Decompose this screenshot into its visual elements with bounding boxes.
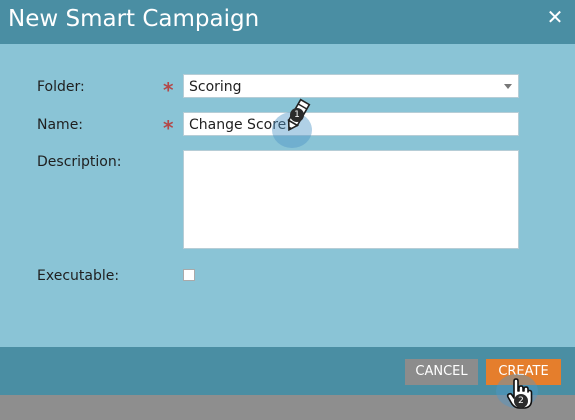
description-field[interactable]	[183, 150, 519, 249]
dialog-titlebar: New Smart Campaign ✕	[0, 0, 575, 44]
folder-select[interactable]: Scoring	[183, 74, 519, 98]
cancel-button[interactable]: CANCEL	[405, 359, 478, 385]
description-label: Description:	[37, 154, 122, 170]
name-required-marker: *	[163, 116, 174, 140]
folder-required-marker: *	[163, 78, 174, 102]
folder-select-value: Scoring	[189, 79, 242, 95]
executable-label: Executable:	[37, 268, 120, 284]
new-smart-campaign-dialog: New Smart Campaign ✕ Folder: * Scoring N…	[0, 0, 575, 395]
step-1-badge: 1	[290, 108, 304, 122]
dialog-title: New Smart Campaign	[8, 6, 260, 32]
close-icon[interactable]: ✕	[546, 6, 564, 28]
chevron-down-icon	[504, 84, 512, 89]
executable-checkbox[interactable]	[183, 269, 195, 281]
name-label: Name:	[37, 117, 84, 133]
folder-label: Folder:	[37, 79, 85, 95]
step-2-badge: 2	[514, 394, 528, 408]
name-field[interactable]: Change Score	[183, 112, 519, 136]
